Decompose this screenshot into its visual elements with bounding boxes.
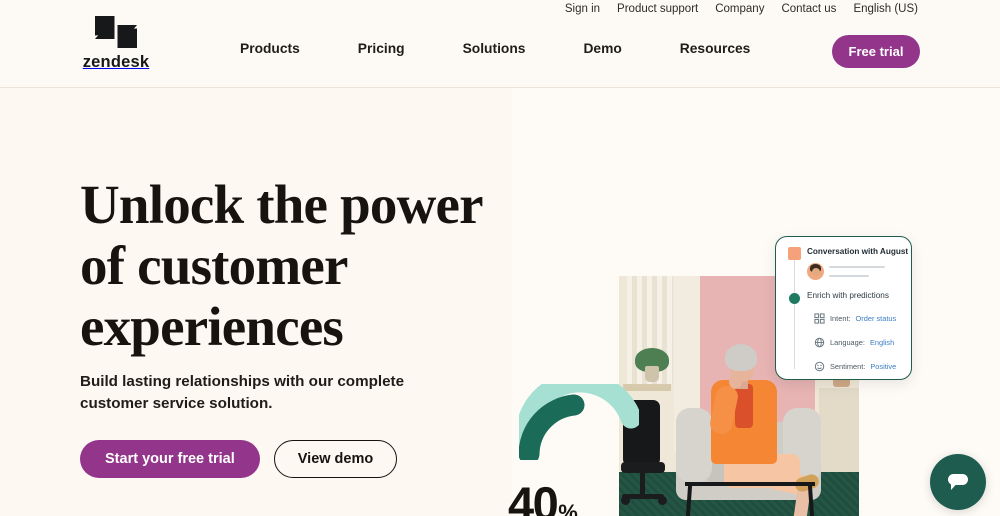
page-root: Sign in Product support Company Contact … [0, 0, 1000, 516]
zendesk-z-mark-icon [95, 16, 137, 48]
photo-office-chair-pole [640, 472, 645, 496]
nav-item-demo[interactable]: Demo [583, 41, 621, 56]
avatar [807, 263, 824, 280]
photo-person-hand [729, 374, 742, 389]
chat-widget-button[interactable] [930, 454, 986, 510]
message-placeholder-line-1 [829, 266, 885, 269]
smiley-icon [814, 361, 825, 372]
prediction-value-intent[interactable]: Order status [856, 314, 897, 323]
utility-link-product-support[interactable]: Product support [617, 3, 698, 15]
prediction-value-language[interactable]: English [870, 338, 894, 347]
photo-person-hair [725, 344, 757, 371]
nav-item-products[interactable]: Products [240, 41, 300, 56]
card-title: Conversation with August [807, 247, 909, 256]
zendesk-logo[interactable]: zendesk [80, 14, 152, 72]
prediction-key-sentiment: Sentiment: [830, 362, 866, 371]
photo-armchair-arm-left [676, 408, 712, 482]
message-placeholder-line-2 [829, 275, 869, 278]
utility-link-sign-in[interactable]: Sign in [565, 3, 600, 15]
prediction-row-sentiment: Sentiment: Positive [814, 361, 896, 372]
nav-item-resources[interactable]: Resources [680, 41, 751, 56]
free-trial-button[interactable]: Free trial [832, 35, 920, 68]
photo-office-chair-wheel-left [621, 496, 630, 505]
page-title: Unlock the power of customer experiences [80, 174, 483, 357]
utility-nav: Sign in Product support Company Contact … [565, 3, 918, 15]
utility-link-contact-us[interactable]: Contact us [781, 3, 836, 15]
stat-number: 40 [508, 477, 559, 516]
nav-item-solutions[interactable]: Solutions [463, 41, 526, 56]
globe-icon [814, 337, 825, 348]
photo-armchair-leg-bar [685, 482, 815, 486]
grid-icon [814, 313, 825, 324]
hero-subheading: Build lasting relationships with our com… [80, 373, 405, 412]
prediction-row-language: Language: English [814, 337, 894, 348]
photo-cabinet [819, 388, 859, 476]
prediction-marker-icon [789, 293, 800, 304]
prediction-row-intent: Intent: Order status [814, 313, 896, 324]
photo-office-chair-wheel-right [658, 496, 667, 505]
utility-link-language[interactable]: English (US) [853, 3, 918, 15]
cost-savings-gauge-icon [519, 384, 639, 460]
start-free-trial-button[interactable]: Start your free trial [80, 440, 260, 478]
conversation-marker-icon [788, 247, 801, 260]
card-section-label: Enrich with predictions [807, 291, 889, 300]
zendesk-wordmark: zendesk [82, 53, 150, 71]
photo-plant-pot [645, 366, 659, 382]
hero-section: Unlock the power of customer experiences… [0, 88, 1000, 516]
nav-item-pricing[interactable]: Pricing [358, 41, 405, 56]
view-demo-button[interactable]: View demo [273, 440, 398, 478]
prediction-key-intent: Intent: [830, 314, 851, 323]
chat-bubble-icon [948, 474, 968, 490]
stat-unit: % [558, 500, 578, 516]
stat-value: 40 % [508, 480, 578, 516]
utility-link-company[interactable]: Company [715, 3, 764, 15]
main-nav: Products Pricing Solutions Demo Resource… [240, 41, 750, 56]
card-timeline-rail [794, 249, 795, 369]
prediction-key-language: Language: [830, 338, 865, 347]
site-header: Sign in Product support Company Contact … [0, 0, 1000, 88]
hero-cta-row: Start your free trial View demo [80, 440, 398, 478]
avatar-face [811, 268, 820, 276]
prediction-card: Conversation with August Enrich with pre… [775, 236, 912, 380]
prediction-value-sentiment[interactable]: Positive [870, 362, 896, 371]
photo-person-top [735, 384, 753, 428]
